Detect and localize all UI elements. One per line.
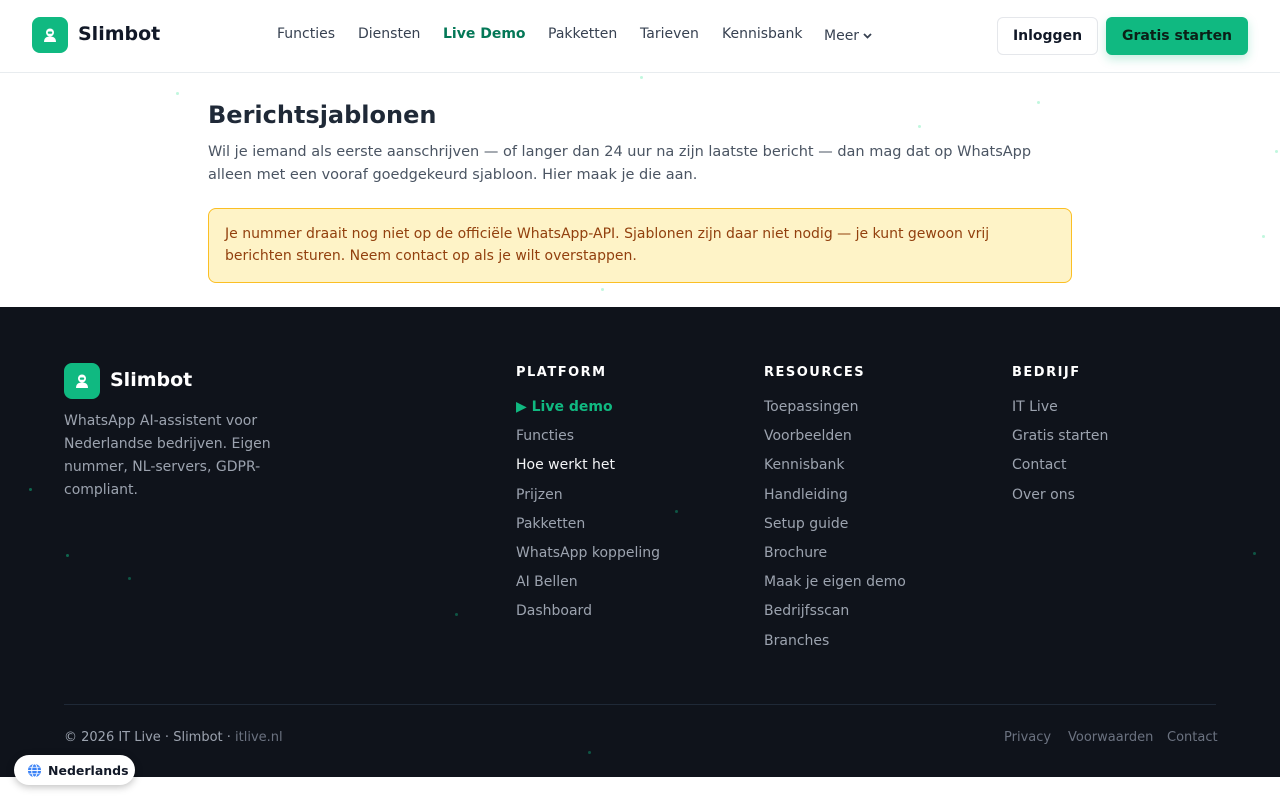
language-switcher[interactable]: Nederlands — [14, 755, 135, 785]
footer-link-handleiding[interactable]: Handleiding — [764, 483, 906, 512]
legal-link-contact[interactable]: Contact — [1167, 730, 1218, 745]
decor-dot — [588, 751, 591, 754]
page-title: Berichtsjablonen — [208, 101, 437, 129]
decor-dot — [1275, 150, 1278, 153]
nav-diensten[interactable]: Diensten — [358, 26, 420, 46]
footer-link-brochure[interactable]: Brochure — [764, 541, 906, 570]
decor-dot — [29, 488, 32, 491]
decor-dot — [918, 125, 921, 128]
footer-link-over-ons[interactable]: Over ons — [1012, 483, 1108, 512]
decor-dot — [601, 288, 604, 291]
copyright-text: © 2026 IT Live · Slimbot · — [64, 730, 231, 745]
footer-links-resources: Toepassingen Voorbeelden Kennisbank Hand… — [764, 395, 906, 658]
start-free-button[interactable]: Gratis starten — [1106, 17, 1248, 55]
nav-functies[interactable]: Functies — [277, 26, 335, 46]
footer-link-contact[interactable]: Contact — [1012, 453, 1108, 482]
footer-link-kennisbank[interactable]: Kennisbank — [764, 453, 906, 482]
login-button[interactable]: Inloggen — [997, 17, 1098, 55]
footer-divider — [64, 704, 1216, 705]
footer-heading-platform: PLATFORM — [516, 365, 607, 380]
site-header: Slimbot Functies Diensten Live Demo Pakk… — [0, 0, 1280, 73]
nav-tarieven[interactable]: Tarieven — [640, 26, 699, 46]
footer-link-dashboard[interactable]: Dashboard — [516, 599, 660, 628]
footer-heading-bedrijf: BEDRIJF — [1012, 365, 1081, 380]
legal-link-privacy[interactable]: Privacy — [1004, 730, 1051, 745]
chevron-down-icon — [863, 33, 872, 39]
footer-links-platform: ▶ Live demo Functies Hoe werkt het Prijz… — [516, 395, 660, 629]
footer-heading-resources: RESOURCES — [764, 365, 866, 380]
nav-meer-label: Meer — [824, 28, 860, 44]
footer-link-gratis-starten[interactable]: Gratis starten — [1012, 424, 1108, 453]
footer-links-bedrijf: IT Live Gratis starten Contact Over ons — [1012, 395, 1108, 512]
nav-pakketten[interactable]: Pakketten — [548, 26, 617, 46]
decor-dot — [1262, 235, 1265, 238]
decor-dot — [640, 76, 643, 79]
page-description: Wil je iemand als eerste aanschrijven — … — [208, 144, 1032, 183]
robot-icon — [44, 28, 56, 42]
decor-dot — [128, 577, 131, 580]
footer-link-eigen-demo[interactable]: Maak je eigen demo — [764, 570, 906, 599]
footer-link-pakketten[interactable]: Pakketten — [516, 512, 660, 541]
footer-logo-icon[interactable] — [64, 363, 100, 399]
footer-description: WhatsApp AI-assistent voor Nederlandse b… — [64, 413, 271, 498]
decor-dot — [1253, 552, 1256, 555]
footer-brand-name[interactable]: Slimbot — [110, 369, 192, 391]
nav-live-demo[interactable]: Live Demo — [443, 26, 526, 46]
footer-link-branches[interactable]: Branches — [764, 629, 906, 658]
decor-dot — [1037, 101, 1040, 104]
decor-dot — [66, 554, 69, 557]
brand-name[interactable]: Slimbot — [78, 23, 160, 45]
footer-link-setup-guide[interactable]: Setup guide — [764, 512, 906, 541]
robot-icon — [76, 374, 88, 388]
globe-icon — [27, 762, 42, 778]
site-footer: Slimbot WhatsApp AI-assistent voor Neder… — [0, 307, 1280, 777]
api-notice: Je nummer draait nog niet op de officiël… — [208, 208, 1072, 283]
legal-link-voorwaarden[interactable]: Voorwaarden — [1068, 730, 1153, 745]
nav-kennisbank[interactable]: Kennisbank — [722, 26, 802, 46]
language-label: Nederlands — [48, 762, 129, 778]
footer-link-voorbeelden[interactable]: Voorbeelden — [764, 424, 906, 453]
footer-link-bedrijfsscan[interactable]: Bedrijfsscan — [764, 599, 906, 628]
decor-dot — [176, 92, 179, 95]
nav-meer[interactable]: Meer — [824, 26, 872, 46]
logo-icon[interactable] — [32, 17, 68, 53]
decor-dot — [455, 613, 458, 616]
footer-link-hoe-werkt-het[interactable]: Hoe werkt het — [516, 453, 660, 482]
decor-dot — [675, 510, 678, 513]
footer-link-toepassingen[interactable]: Toepassingen — [764, 395, 906, 424]
footer-link-prijzen[interactable]: Prijzen — [516, 483, 660, 512]
footer-link-whatsapp-koppeling[interactable]: WhatsApp koppeling — [516, 541, 660, 570]
footer-link-ai-bellen[interactable]: AI Bellen — [516, 570, 660, 599]
site-link[interactable]: itlive.nl — [235, 730, 283, 745]
footer-link-live-demo[interactable]: ▶ Live demo — [516, 395, 660, 424]
footer-link-it-live[interactable]: IT Live — [1012, 395, 1108, 424]
footer-link-functies[interactable]: Functies — [516, 424, 660, 453]
copyright: © 2026 IT Live · Slimbot · itlive.nl — [64, 730, 283, 745]
